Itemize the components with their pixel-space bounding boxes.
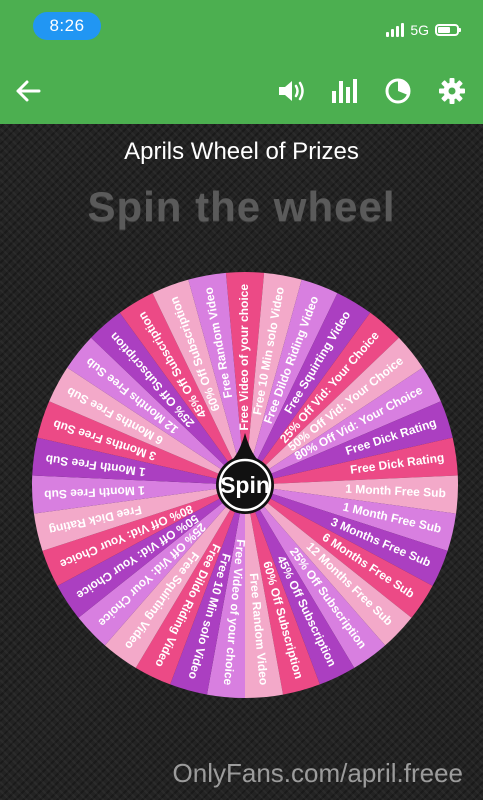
gear-icon <box>439 78 465 104</box>
arrow-left-icon <box>16 80 41 102</box>
settings-button[interactable] <box>432 71 472 111</box>
status-indicators: 5G <box>386 20 461 40</box>
network-label: 5G <box>410 22 429 38</box>
status-bar: 8:26 5G <box>0 0 483 58</box>
status-time: 8:26 <box>33 12 101 40</box>
sound-button[interactable] <box>272 71 312 111</box>
wheel-title: Aprils Wheel of Prizes <box>124 138 359 165</box>
spin-heading: Spin the wheel <box>87 183 396 230</box>
wheel-segment-label: Free Video of your choice <box>237 284 251 431</box>
stats-button[interactable] <box>324 71 364 111</box>
back-button[interactable] <box>8 71 48 111</box>
pie-chart-button[interactable] <box>378 71 418 111</box>
speaker-icon <box>279 81 304 101</box>
battery-icon <box>435 24 461 36</box>
bar-chart-icon <box>332 79 357 103</box>
prize-wheel[interactable]: Free Video of your choiceFree 10 Min sol… <box>30 270 460 700</box>
app-toolbar <box>0 58 483 124</box>
watermark: OnlyFans.com/april.freee <box>172 758 463 788</box>
signal-icon <box>386 23 405 37</box>
spin-label: Spin <box>220 472 270 498</box>
pie-chart-icon <box>385 78 411 104</box>
